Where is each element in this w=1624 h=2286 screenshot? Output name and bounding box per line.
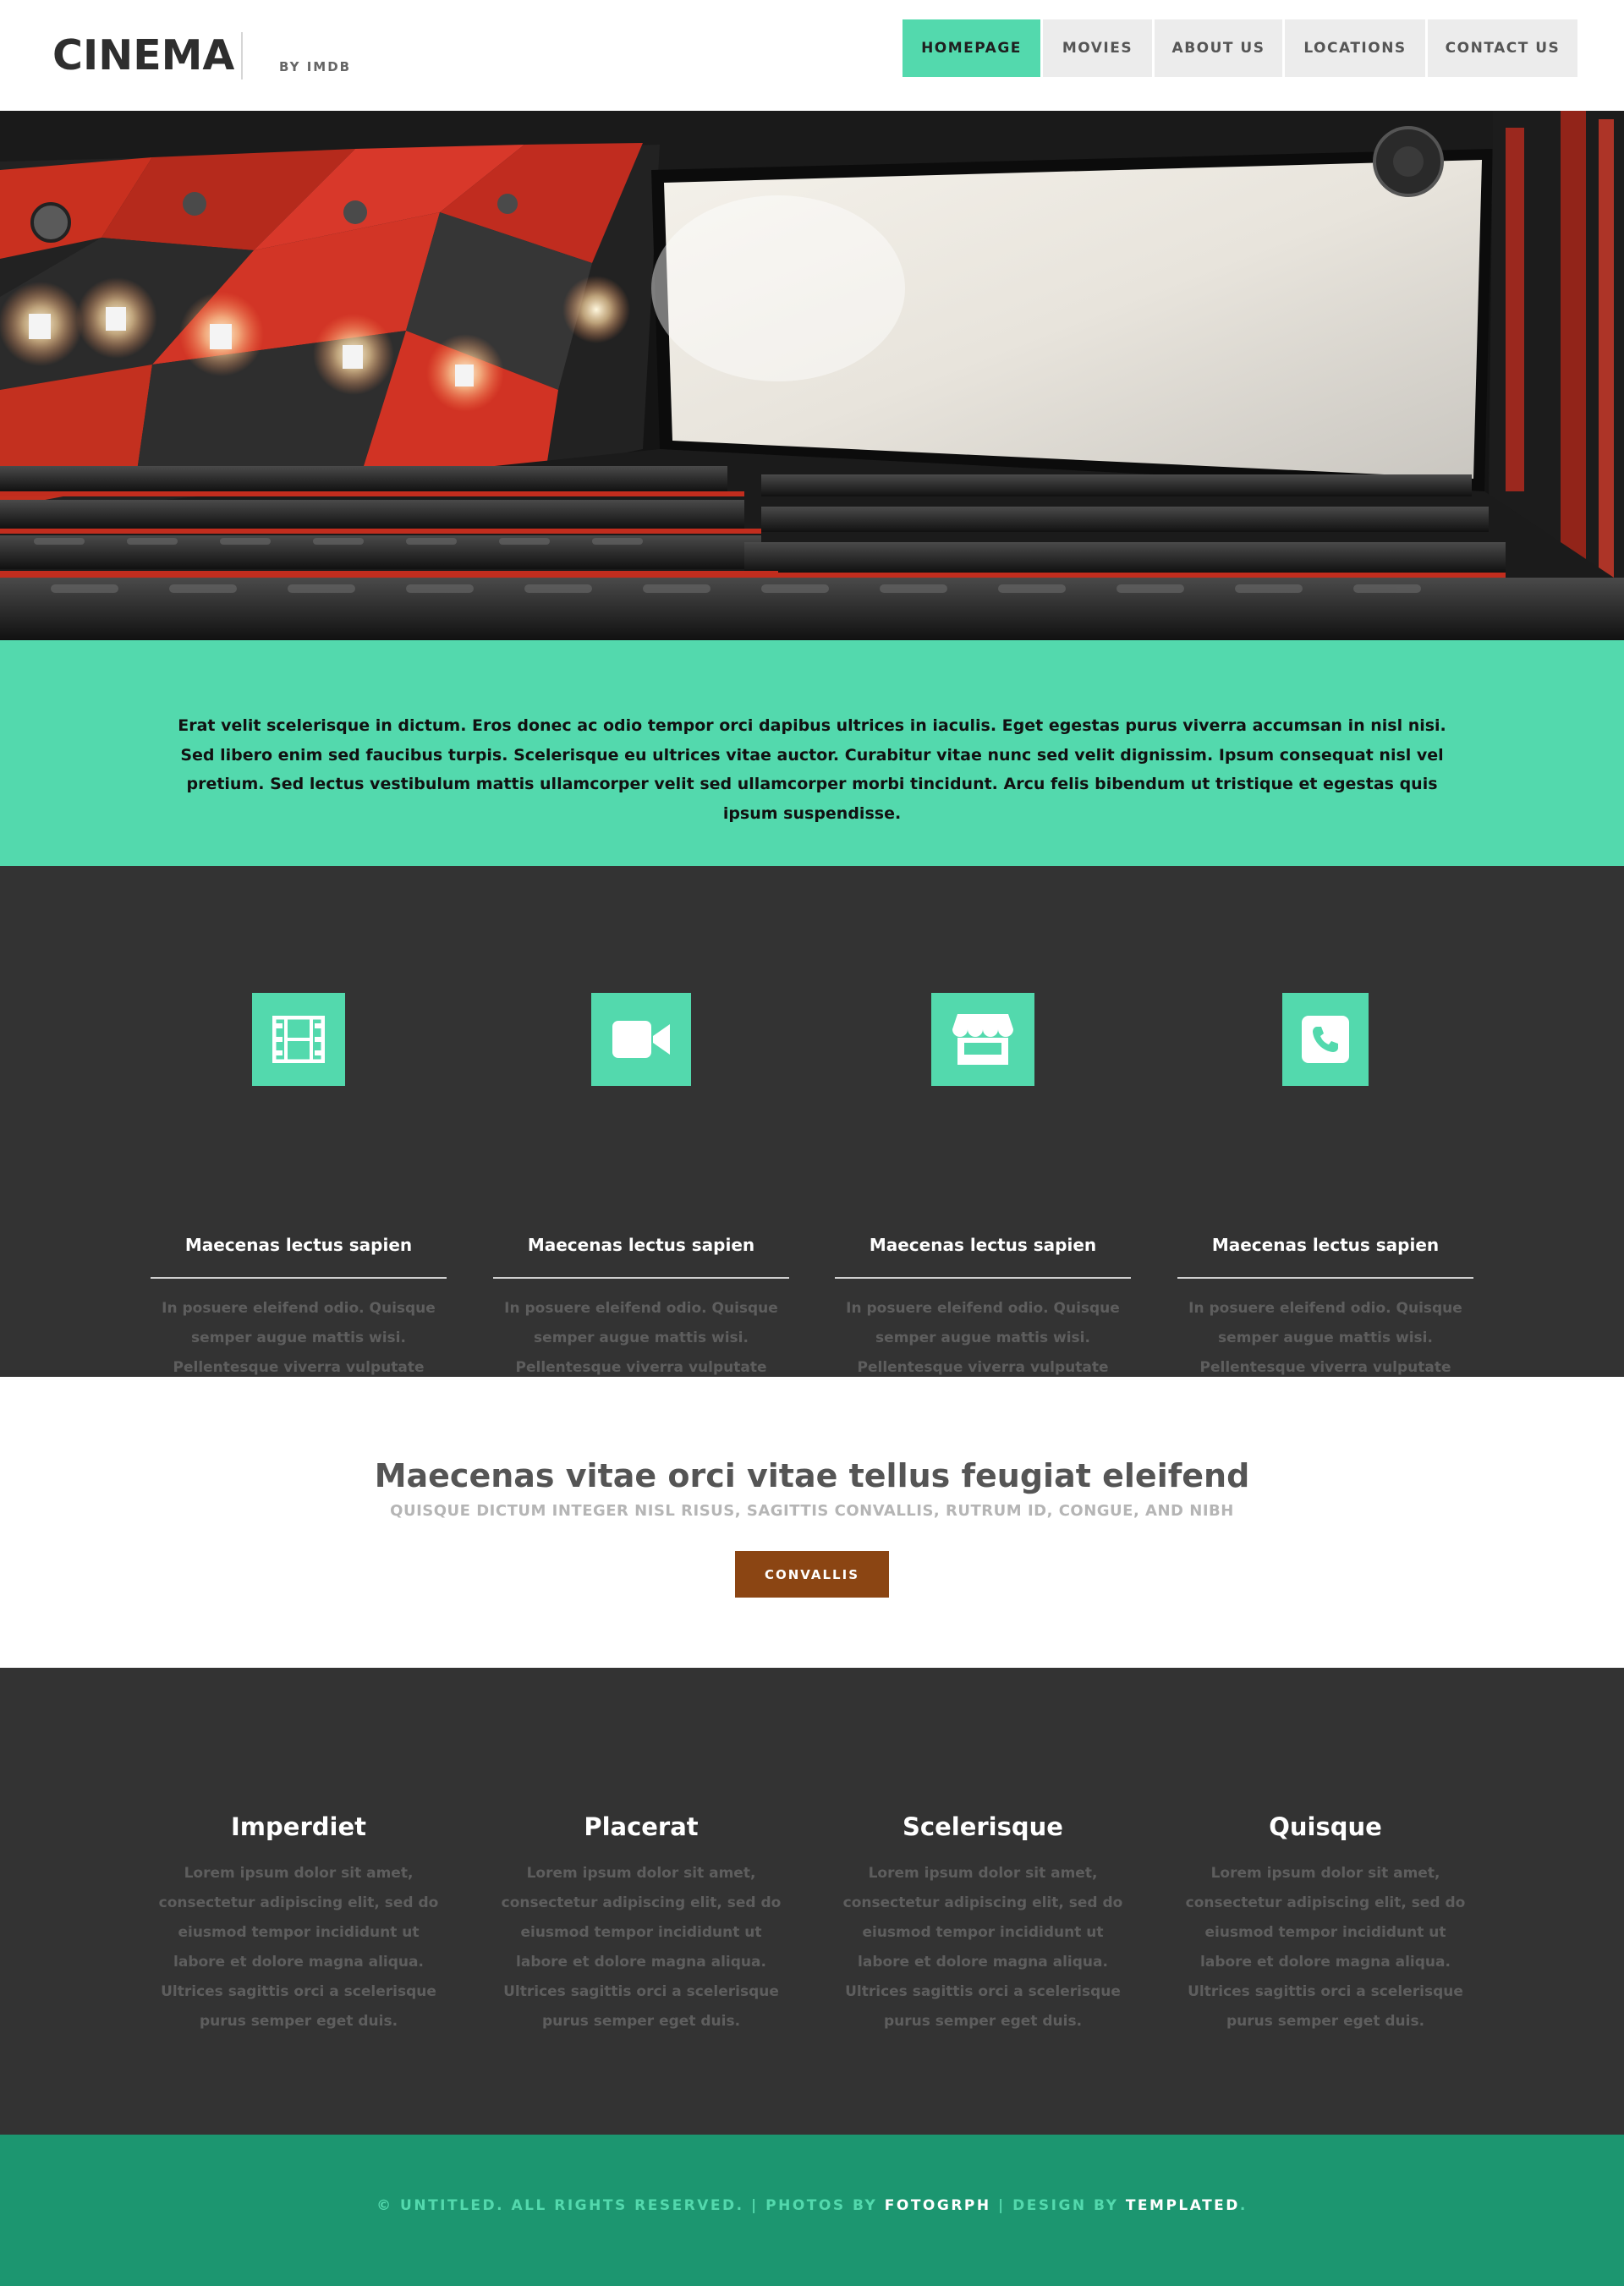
footer-end-dot: . bbox=[1239, 2197, 1248, 2214]
cta-section: Maecenas vitae orci vitae tellus feugiat… bbox=[0, 1377, 1624, 1668]
photos-credit-link[interactable]: FOTOGRPH bbox=[885, 2197, 991, 2214]
column-text: Lorem ipsum dolor sit amet, consectetur … bbox=[501, 1865, 782, 2030]
nav-item-homepage[interactable]: HOMEPAGE bbox=[903, 19, 1040, 77]
cta-heading: Maecenas vitae orci vitae tellus feugiat… bbox=[374, 1457, 1250, 1494]
site-footer: © UNTITLED. ALL RIGHTS RESERVED. | PHOTO… bbox=[0, 2135, 1624, 2286]
site-logo[interactable]: CINEMA bbox=[52, 30, 234, 81]
features-section: Maecenas lectus sapien In posuere eleife… bbox=[0, 866, 1624, 1406]
footer-copyright: © UNTITLED. ALL RIGHTS RESERVED. | PHOTO… bbox=[0, 2197, 1624, 2214]
nav-item-locations[interactable]: LOCATIONS bbox=[1285, 19, 1425, 77]
info-column: Scelerisque Lorem ipsum dolor sit amet, … bbox=[835, 1810, 1131, 2037]
nav-item-movies[interactable]: MOVIES bbox=[1043, 19, 1152, 77]
column-text: Lorem ipsum dolor sit amet, consectetur … bbox=[1185, 1865, 1466, 2030]
video-camera-icon bbox=[591, 993, 691, 1086]
copyright-text: © UNTITLED. ALL RIGHTS RESERVED. | PHOTO… bbox=[376, 2197, 885, 2214]
feature-divider bbox=[1177, 1277, 1473, 1279]
nav-item-contact-us[interactable]: CONTACT US bbox=[1428, 19, 1577, 77]
info-column: Placerat Lorem ipsum dolor sit amet, con… bbox=[493, 1810, 789, 2037]
seat-rows bbox=[0, 466, 1624, 640]
logo-subtitle: BY IMDB bbox=[279, 59, 352, 74]
column-title: Placerat bbox=[584, 1812, 699, 1841]
feature-title: Maecenas lectus sapien bbox=[1211, 1235, 1440, 1255]
main-nav: HOMEPAGE MOVIES ABOUT US LOCATIONS CONTA… bbox=[903, 19, 1577, 77]
feature-title: Maecenas lectus sapien bbox=[184, 1235, 413, 1255]
info-column: Quisque Lorem ipsum dolor sit amet, cons… bbox=[1177, 1810, 1473, 2037]
phone-icon bbox=[1282, 993, 1369, 1086]
column-text: Lorem ipsum dolor sit amet, consectetur … bbox=[842, 1865, 1123, 2030]
cta-subheading: QUISQUE DICTUM INTEGER NISL RISUS, SAGIT… bbox=[390, 1502, 1234, 1520]
storefront-icon bbox=[931, 993, 1034, 1086]
design-credit-link[interactable]: TEMPLATED bbox=[1126, 2197, 1240, 2214]
site-header: CINEMA BY IMDB HOMEPAGE MOVIES ABOUT US … bbox=[0, 0, 1624, 111]
feature-divider bbox=[151, 1277, 447, 1279]
column-text: Lorem ipsum dolor sit amet, consectetur … bbox=[158, 1865, 439, 2030]
info-column: Imperdiet Lorem ipsum dolor sit amet, co… bbox=[151, 1810, 447, 2037]
intro-section: Erat velit scelerisque in dictum. Eros d… bbox=[0, 640, 1624, 866]
feature-divider bbox=[493, 1277, 789, 1279]
feature-divider bbox=[835, 1277, 1131, 1279]
cinema-auditorium-illustration bbox=[0, 111, 1624, 640]
hero-image bbox=[0, 111, 1624, 640]
feature-title: Maecenas lectus sapien bbox=[527, 1235, 755, 1255]
logo-divider bbox=[241, 32, 243, 79]
feature-title: Maecenas lectus sapien bbox=[869, 1235, 1097, 1255]
film-icon bbox=[252, 993, 345, 1086]
column-title: Scelerisque bbox=[903, 1812, 1063, 1841]
design-separator: | DESIGN BY bbox=[990, 2197, 1126, 2214]
intro-text: Erat velit scelerisque in dictum. Eros d… bbox=[178, 716, 1446, 823]
column-title: Quisque bbox=[1269, 1812, 1382, 1841]
column-title: Imperdiet bbox=[231, 1812, 366, 1841]
info-columns-section: Imperdiet Lorem ipsum dolor sit amet, co… bbox=[0, 1668, 1624, 2135]
nav-item-about-us[interactable]: ABOUT US bbox=[1155, 19, 1282, 77]
convallis-button[interactable]: CONVALLIS bbox=[735, 1551, 889, 1598]
